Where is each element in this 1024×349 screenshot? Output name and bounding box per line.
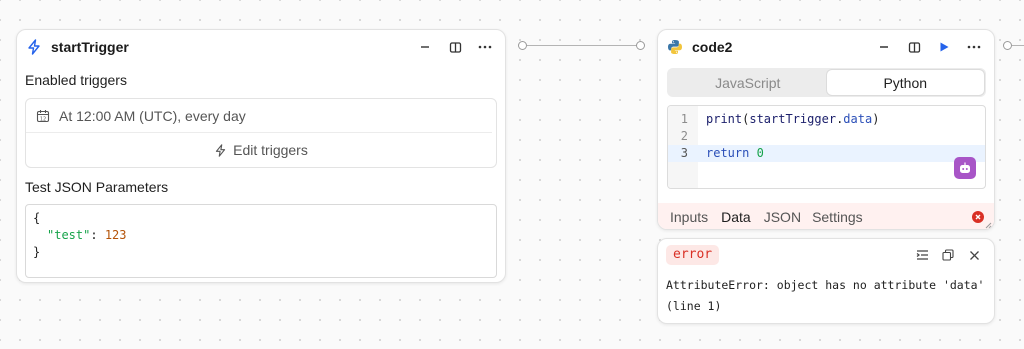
enabled-triggers-label: Enabled triggers xyxy=(25,72,127,88)
error-message: AttributeError: object has no attribute … xyxy=(658,271,994,317)
test-json-parameters-label: Test JSON Parameters xyxy=(25,179,169,195)
robot-icon xyxy=(958,161,972,175)
schedule-text: At 12:00 AM (UTC), every day xyxy=(59,107,246,124)
start-trigger-node[interactable]: startTrigger Enabled triggers 12 At 12:0… xyxy=(16,29,506,283)
json-value: 123 xyxy=(104,228,127,242)
node-header: code2 xyxy=(658,30,994,64)
code-paren: ) xyxy=(872,112,880,126)
resize-handle-icon[interactable] xyxy=(984,221,992,229)
tab-settings[interactable]: Settings xyxy=(812,203,863,229)
json-close-brace: } xyxy=(33,245,41,259)
trigger-output-handle[interactable] xyxy=(518,41,527,50)
code-line: 2 xyxy=(668,128,985,145)
code-node[interactable]: code2 JavaScript Python 1 print(startTri… xyxy=(657,29,995,230)
python-icon xyxy=(667,39,683,55)
node-title: startTrigger xyxy=(51,39,129,55)
indent-icon[interactable] xyxy=(912,245,932,265)
lightning-icon xyxy=(214,143,227,157)
triggers-box: 12 At 12:00 AM (UTC), every day Edit tri… xyxy=(25,98,497,168)
code-text: return 0 xyxy=(706,145,764,162)
json-editor[interactable]: { "test": 123 } xyxy=(25,204,497,278)
code-line: 1 print(startTrigger.data) xyxy=(668,111,985,128)
error-status-icon[interactable] xyxy=(972,211,984,223)
json-entry: "test": 123 xyxy=(33,227,489,244)
calendar-icon: 12 xyxy=(36,109,50,123)
tab-inputs[interactable]: Inputs xyxy=(670,203,708,229)
run-play-icon[interactable] xyxy=(934,37,954,57)
panel-toggle-button[interactable] xyxy=(904,37,924,57)
error-panel: error AttributeError: object has no attr… xyxy=(657,238,995,324)
bottom-tab-bar: Inputs Data JSON Settings xyxy=(658,203,994,229)
line-number: 3 xyxy=(680,146,688,160)
lightning-icon xyxy=(26,39,42,55)
tab-python[interactable]: Python xyxy=(826,70,984,95)
edit-triggers-label: Edit triggers xyxy=(233,142,308,158)
code-output-handle[interactable] xyxy=(1003,41,1012,50)
code-line-active: 3 return 0 xyxy=(668,145,985,162)
more-options-button[interactable] xyxy=(475,37,495,57)
code-text: print(startTrigger.data) xyxy=(706,111,879,128)
copy-icon[interactable] xyxy=(938,245,958,265)
edit-triggers-button[interactable]: Edit triggers xyxy=(26,133,496,167)
code-function: print xyxy=(706,112,743,126)
code-attribute: data xyxy=(843,112,873,126)
close-icon[interactable] xyxy=(964,245,984,265)
node-title: code2 xyxy=(692,39,733,55)
language-switcher: JavaScript Python xyxy=(667,68,986,97)
line-number: 1 xyxy=(680,112,688,126)
code-input-handle[interactable] xyxy=(636,41,645,50)
json-key: "test" xyxy=(47,228,91,242)
code-identifier: startTrigger xyxy=(749,112,837,126)
error-message-line: AttributeError: object has no attribute … xyxy=(666,278,985,292)
node-header: startTrigger xyxy=(17,30,505,64)
schedule-row[interactable]: 12 At 12:00 AM (UTC), every day xyxy=(26,99,492,133)
code-editor[interactable]: 1 print(startTrigger.data) 2 3 return 0 xyxy=(667,105,986,189)
more-options-button[interactable] xyxy=(964,37,984,57)
outgoing-edge xyxy=(1012,45,1024,46)
panel-toggle-button[interactable] xyxy=(445,37,465,57)
tab-json[interactable]: JSON xyxy=(764,203,801,229)
code-keyword: return xyxy=(706,146,750,160)
svg-text:12: 12 xyxy=(40,116,46,122)
error-header: error xyxy=(658,239,994,271)
line-number: 2 xyxy=(680,129,688,143)
json-colon: : xyxy=(90,228,105,242)
code-number: 0 xyxy=(756,146,764,160)
tab-javascript[interactable]: JavaScript xyxy=(669,70,827,95)
tab-data[interactable]: Data xyxy=(721,203,751,229)
minimize-button[interactable] xyxy=(415,37,435,57)
minimize-button[interactable] xyxy=(874,37,894,57)
json-open-brace: { xyxy=(33,211,41,225)
connection-edge[interactable] xyxy=(527,45,637,46)
error-line-reference: (line 1) xyxy=(666,299,722,313)
error-badge: error xyxy=(666,245,720,265)
ai-assistant-button[interactable] xyxy=(954,157,976,179)
